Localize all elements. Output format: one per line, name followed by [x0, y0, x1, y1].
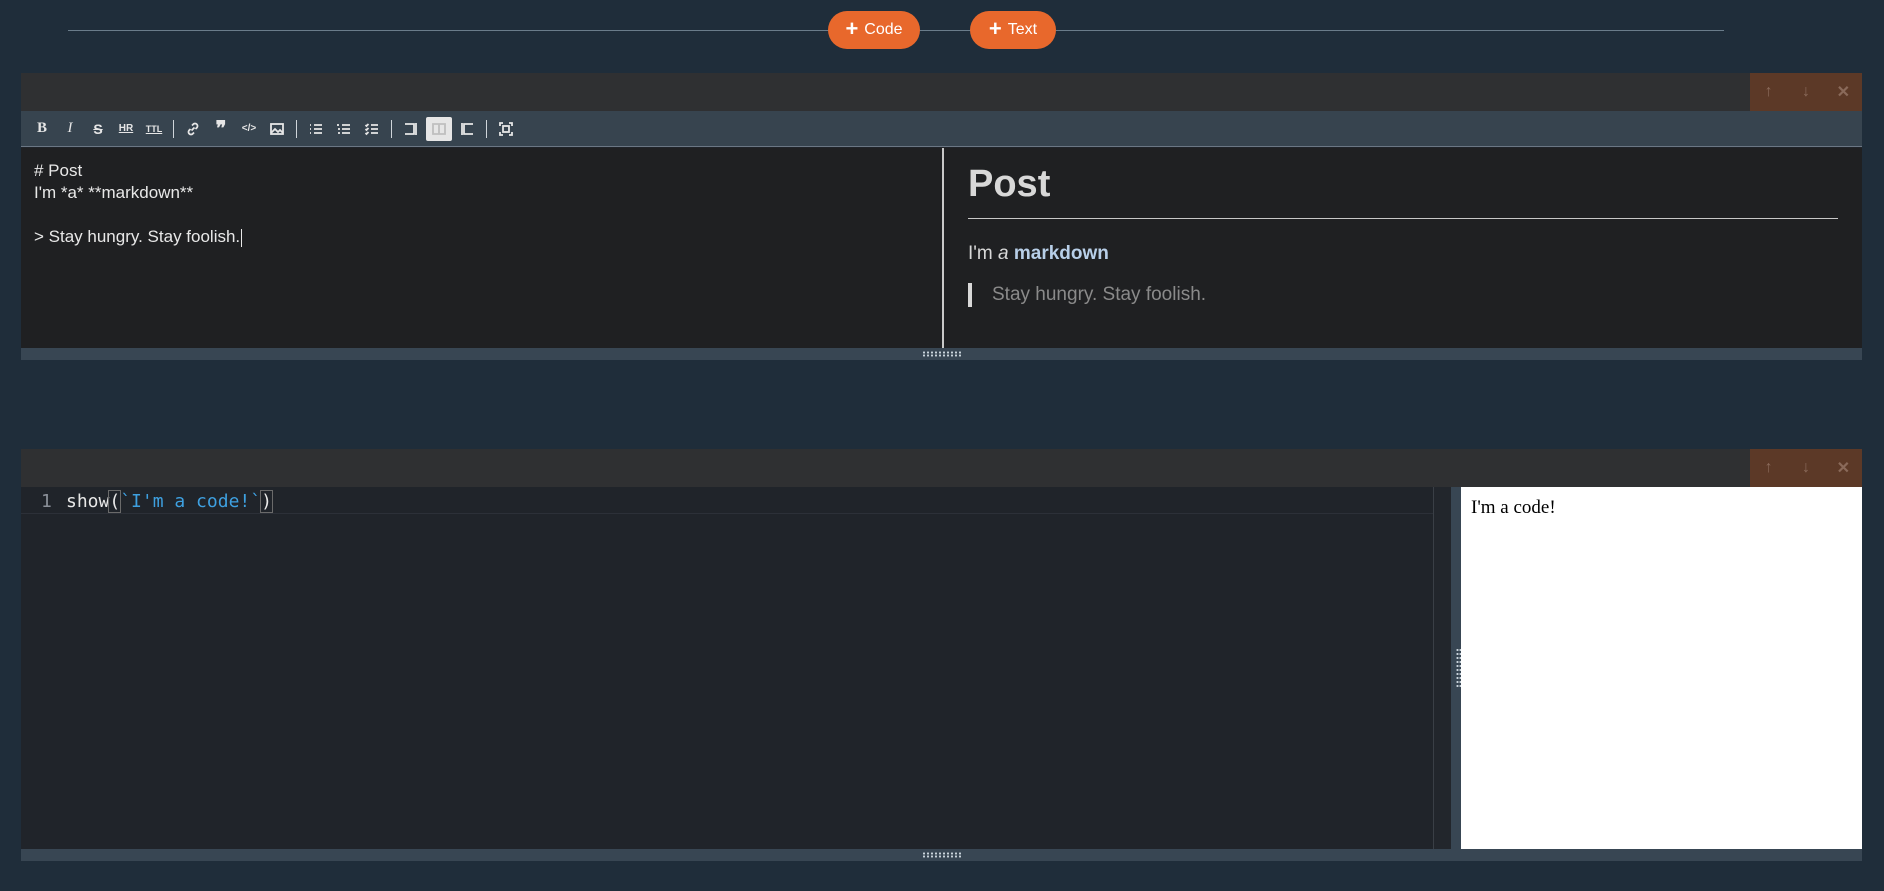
markdown-cell: ↑ ↓ ✕ B I S HR TTL ❞ </> # Post I'm *a* …: [21, 73, 1862, 360]
code-editor[interactable]: 1 show(`I'm a code!`): [21, 487, 1433, 849]
markdown-preview: Post I'm a markdown Stay hungry. Stay fo…: [944, 148, 1862, 348]
code-paren-open: (: [108, 490, 122, 513]
unordered-list-icon: [310, 123, 322, 134]
image-button[interactable]: [264, 117, 290, 141]
code-paren-close: ): [260, 490, 273, 513]
horizontal-rule-button[interactable]: HR: [113, 117, 139, 141]
task-list-icon: [364, 122, 378, 135]
title-button[interactable]: TTL: [141, 117, 167, 141]
preview-paragraph: I'm a markdown: [968, 243, 1838, 265]
link-button[interactable]: [180, 117, 206, 141]
editor-line-cursor: > Stay hungry. Stay foolish.: [34, 226, 929, 248]
code-line: 1 show(`I'm a code!`): [21, 487, 1433, 514]
close-icon[interactable]: ✕: [1829, 82, 1857, 102]
preview-only-icon: [461, 122, 473, 135]
code-button[interactable]: </>: [236, 117, 262, 141]
toolbar-separator: [391, 119, 392, 138]
output-text: I'm a code!: [1471, 497, 1556, 518]
preview-text: I'm: [968, 243, 999, 264]
cell-controls: ↑ ↓ ✕: [1750, 449, 1862, 487]
fullscreen-icon: [499, 121, 513, 136]
italic-button[interactable]: I: [57, 117, 83, 141]
editor-line: # Post: [34, 161, 83, 180]
close-icon[interactable]: ✕: [1829, 458, 1857, 478]
cell-resize-handle[interactable]: [21, 348, 1862, 360]
ordered-list-button[interactable]: [331, 117, 357, 141]
add-code-button[interactable]: + Code: [828, 11, 920, 49]
link-icon: [187, 122, 199, 135]
arrow-down-icon[interactable]: ↓: [1792, 459, 1820, 477]
code-string: `I'm a code!`: [120, 491, 262, 512]
cell-resize-handle[interactable]: [21, 849, 1862, 861]
cell-header: ↑ ↓ ✕: [21, 449, 1862, 487]
add-text-button[interactable]: + Text: [970, 11, 1056, 49]
line-number: 1: [41, 491, 52, 512]
text-cursor: [241, 228, 243, 247]
strikethrough-icon: S: [93, 120, 103, 137]
markdown-editor[interactable]: # Post I'm *a* **markdown** > Stay hungr…: [21, 148, 942, 348]
add-cell-bar: + Code + Text: [68, 0, 1724, 60]
code-content: show(`I'm a code!`): [66, 490, 273, 513]
quote-icon: ❞: [215, 117, 227, 140]
grip-icon: [921, 852, 962, 858]
quote-button[interactable]: ❞: [208, 117, 234, 141]
cell-controls: ↑ ↓ ✕: [1750, 73, 1862, 111]
title-icon: TTL: [145, 123, 163, 134]
code-scrollbar[interactable]: [1433, 487, 1452, 849]
cell-header: ↑ ↓ ✕: [21, 73, 1862, 111]
code-cell: ↑ ↓ ✕ 1 show(`I'm a code!`) I'm a code!: [21, 449, 1862, 861]
task-list-button[interactable]: [359, 117, 385, 141]
editor-only-button[interactable]: [398, 117, 424, 141]
split-view-icon: [432, 122, 446, 135]
preview-blockquote: Stay hungry. Stay foolish.: [968, 283, 1838, 307]
preview-only-button[interactable]: [454, 117, 480, 141]
arrow-up-icon[interactable]: ↑: [1755, 83, 1783, 101]
add-code-label: Code: [864, 21, 903, 38]
fullscreen-button[interactable]: [493, 117, 519, 141]
preview-heading: Post: [968, 148, 1838, 219]
image-icon: [270, 122, 284, 135]
add-text-label: Text: [1007, 21, 1038, 38]
unordered-list-button[interactable]: [303, 117, 329, 141]
plus-icon: +: [988, 16, 1002, 41]
code-icon: </>: [241, 123, 257, 134]
editor-only-icon: [405, 122, 417, 135]
editor-line: I'm *a* **markdown**: [34, 183, 194, 202]
arrow-down-icon[interactable]: ↓: [1792, 83, 1820, 101]
plus-icon: +: [845, 16, 859, 41]
grip-icon: [921, 351, 962, 357]
split-view-button[interactable]: [426, 116, 452, 141]
toolbar-separator: [486, 119, 487, 138]
strikethrough-button[interactable]: S: [85, 117, 111, 141]
italic-icon: I: [67, 120, 73, 136]
toolbar-separator: [296, 119, 297, 138]
code-function: show: [66, 491, 110, 512]
bold-icon: B: [36, 120, 47, 136]
markdown-toolbar: B I S HR TTL ❞ </>: [21, 111, 1862, 147]
arrow-up-icon[interactable]: ↑: [1755, 459, 1783, 477]
editor-line: > Stay hungry. Stay foolish.: [34, 227, 241, 246]
preview-strong: markdown: [1013, 243, 1109, 264]
code-output: I'm a code!: [1461, 487, 1862, 849]
preview-emphasis: a: [998, 243, 1009, 264]
horizontal-rule-icon: HR: [118, 123, 134, 134]
toolbar-separator: [173, 119, 174, 138]
bold-button[interactable]: B: [29, 117, 55, 141]
ordered-list-icon: [337, 123, 350, 134]
